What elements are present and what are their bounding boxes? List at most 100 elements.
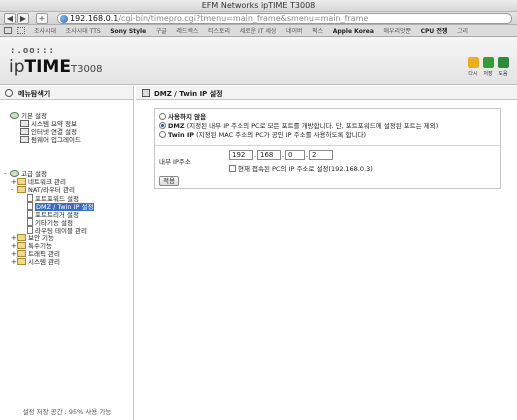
globe-icon [60,15,68,23]
url-path: /cgi-bin/timepro.cgi?tmenu=main_frame&sm… [118,14,369,23]
menu-label: 펌웨어 업그레이드 [31,136,81,144]
page-icon [27,194,33,202]
menu-internet-setup[interactable]: 인터넷 연결 설정 [20,128,77,136]
brand-time: TIME [24,57,71,77]
gear-icon [10,112,19,119]
menu-label: NAT/라우터 관리 [28,186,75,194]
bookmark-item[interactable]: Sony Style [110,27,146,36]
option-label: DMZ [168,122,185,130]
page-title: DMZ / Twin IP 설정 [154,90,223,98]
search-icon [5,89,13,97]
bookmark-item[interactable]: 티스토리 [208,27,230,36]
add-bookmark-button[interactable]: + [36,13,48,24]
brand-ip: ip [9,57,25,77]
settings-page-icon [142,89,150,97]
header-buttons: 다시 저장 도움 [467,57,511,81]
brand-model: T3008 [70,64,103,75]
menu-special-features[interactable]: + 특수기능 [11,242,52,250]
menu-explorer: 메뉴탐색기 기본 설정 시스템 요약 정보 인터넷 연결 설정 펌웨어 업그레이… [0,86,134,420]
ip-octet-2[interactable]: 168 [257,150,281,160]
bookmark-item[interactable]: 구글 [156,27,167,36]
save-button[interactable]: 저장 [482,57,494,77]
refresh-icon [467,57,479,68]
radio-dmz[interactable] [159,122,166,129]
network-icon [20,128,29,135]
bookmark-item[interactable]: 그리 [457,27,468,36]
menu-label: 네트워크 관리 [28,178,66,186]
menu-system-summary[interactable]: 시스템 요약 정보 [20,120,77,128]
bookmarks-bar: 조사시대 조사시대 TTS Sony Style 구글 레드섹스 티스토리 세로… [0,25,517,37]
window-titlebar: EFM Networks ipTIME T3008 [0,0,517,12]
bookmark-item[interactable]: 조사시대 TTS [66,27,101,36]
monitor-icon [20,120,29,127]
folder-icon [17,258,26,265]
top-sites-icon[interactable] [17,27,25,34]
bookmark-item[interactable]: Apple Korea [333,27,374,36]
menu-security[interactable]: + 보안 기능 [11,234,54,242]
menu-label: 시스템 관리 [28,258,60,266]
menu-explorer-header: 메뉴탐색기 [0,86,133,100]
content-header: DMZ / Twin IP 설정 [136,86,517,100]
bookmark-list: 조사시대 조사시대 TTS Sony Style 구글 레드섹스 티스토리 세로… [34,26,475,36]
refresh-button[interactable]: 다시 [467,57,479,77]
option-twinip[interactable]: Twin IP (지정된 MAC 주소의 PC가 공인 IP 주소를 사용하도록… [159,131,366,140]
menu-label: 인터넷 연결 설정 [31,128,77,136]
folder-icon [17,178,26,185]
option-desc: (지정된 MAC 주소의 PC가 공인 IP 주소를 사용하도록 합니다) [194,131,367,139]
menu-label: 기본 설정 [21,112,47,120]
brand-dots: :.oo::: [10,46,55,56]
menu-label: 보안 기능 [28,234,54,242]
brand-logo: ipTIMET3008 [9,57,103,77]
bookmark-item[interactable]: 퍽스 [312,27,323,36]
save-label: 저장 [483,71,493,77]
menu-label: 특수기능 [28,242,52,250]
content-panel: DMZ / Twin IP 설정 사용하지 않음 DMZ (지정된 내부 IP … [136,86,517,420]
help-icon [497,57,509,68]
ip-octet-4[interactable]: 2 [309,150,333,160]
menu-traffic[interactable]: + 트래픽 관리 [11,250,60,258]
router-header: :.oo::: ipTIMET3008 다시 저장 도움 [0,37,517,85]
use-current-pc-ip-label: 현재 접속된 PC의 IP 주소로 설정(192.168.0.3) [238,165,373,173]
use-current-pc-ip-checkbox[interactable] [229,165,236,172]
menu-nat-router[interactable]: - NAT/라우터 관리 [11,186,75,194]
bookmark-item[interactable]: 세로운 IT 세상 [240,27,277,36]
option-dmz[interactable]: DMZ (지정된 내부 IP 주소의 PC로 모든 포트를 개방합니다. 단, … [159,122,438,131]
browser-toolbar: ◀ ▶ + 192.168.0.1/cgi-bin/timepro.cgi?tm… [0,12,517,25]
ip-octet-1[interactable]: 192 [229,150,253,160]
menu-firmware-upgrade[interactable]: 펌웨어 업그레이드 [20,136,81,144]
menu-label: 트래픽 관리 [28,250,60,258]
page-icon [27,210,33,218]
menu-system-management[interactable]: + 시스템 관리 [11,258,60,266]
option-label: Twin IP [168,131,195,139]
bookmark-item[interactable]: 레드섹스 [176,27,198,36]
radio-disabled[interactable] [159,113,166,120]
help-button[interactable]: 도움 [497,57,509,77]
bookmark-item[interactable]: 애우리앗뿐 [383,27,411,36]
gear-icon [10,170,19,177]
page-icon [27,226,33,234]
forward-button[interactable]: ▶ [17,13,29,24]
option-desc: (지정된 내부 IP 주소의 PC로 모든 포트를 개방합니다. 단, 포트포워… [184,122,439,130]
menu-advanced-settings[interactable]: - 고급 설정 [4,170,47,178]
ip-octet-3[interactable]: 0 [285,150,305,160]
address-bar[interactable]: 192.168.0.1/cgi-bin/timepro.cgi?tmenu=ma… [57,13,512,24]
folder-icon [17,250,26,257]
refresh-label: 다시 [468,71,478,77]
bookmark-item[interactable]: 조사시대 [34,27,56,36]
page-icon [27,218,33,226]
menu-network-management[interactable]: + 네트워크 관리 [11,178,66,186]
reading-list-icon[interactable] [4,27,12,34]
use-current-pc-ip[interactable]: 현재 접속된 PC의 IP 주소로 설정(192.168.0.3) [229,163,373,173]
apply-button[interactable]: 적용 [159,176,179,186]
firmware-icon [20,136,29,143]
window-title: EFM Networks ipTIME T3008 [201,1,316,10]
storage-status: 설정 저장 공간 : 95% 사용 가능 [22,408,112,416]
bookmark-item[interactable]: CPU 전쟁 [421,27,448,36]
menu-basic-settings[interactable]: 기본 설정 [10,112,47,120]
bookmark-item[interactable]: 네이버 [286,27,303,36]
back-button[interactable]: ◀ [4,13,16,24]
radio-twinip[interactable] [159,131,166,138]
option-disabled[interactable]: 사용하지 않음 [159,113,206,122]
dmz-settings-box: 사용하지 않음 DMZ (지정된 내부 IP 주소의 PC로 모든 포트를 개방… [154,108,501,189]
menu-label: 시스템 요약 정보 [31,120,77,128]
